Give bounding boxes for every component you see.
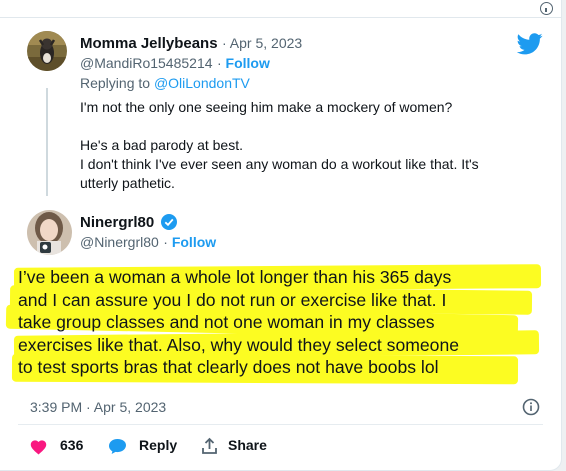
display-name[interactable]: Momma Jellybeans xyxy=(80,35,218,52)
like-count[interactable]: 636 xyxy=(60,437,83,453)
replying-to-handle[interactable]: @OliLondonTV xyxy=(154,75,250,91)
main-tweet-line-4: exercises like that. Also, why would the… xyxy=(18,334,460,355)
main-tweet-header: Ninergrl80 xyxy=(80,214,177,235)
main-tweet-subheader: @Ninergrl80 · Follow xyxy=(80,234,216,252)
avatar-momma-jellybeans[interactable] xyxy=(27,31,67,71)
share-icon[interactable] xyxy=(201,437,218,455)
reply-tweet-line-3: I don't think I've ever seen any woman d… xyxy=(80,156,479,172)
separator-dot: · xyxy=(216,55,226,71)
display-name[interactable]: Ninergrl80 xyxy=(80,214,154,231)
share-button[interactable]: Share xyxy=(228,437,267,453)
tweet-date[interactable]: Apr 5, 2023 xyxy=(230,35,302,51)
heart-icon[interactable] xyxy=(29,438,48,455)
main-tweet-line-5: to test sports bras that clearly does no… xyxy=(18,357,439,377)
main-tweet-line-2: and I can assure you I do not run or exe… xyxy=(18,289,447,310)
info-icon[interactable] xyxy=(540,2,553,15)
reply-tweet-line-2: He's a bad parody at best. xyxy=(80,137,243,153)
reply-button[interactable]: Reply xyxy=(139,437,177,453)
avatar-ninergrl80[interactable] xyxy=(27,210,72,255)
reply-bubble-icon[interactable] xyxy=(108,438,127,455)
handle[interactable]: @Ninergrl80 xyxy=(80,234,159,250)
info-icon[interactable] xyxy=(522,398,540,416)
reply-tweet-subheader: @MandiRo15485214 · Follow xyxy=(80,55,270,73)
follow-button[interactable]: Follow xyxy=(226,55,270,71)
previous-tweet-fragment xyxy=(0,0,561,18)
separator-dot: · xyxy=(222,35,230,51)
verified-badge-icon xyxy=(160,214,177,235)
tweet-timestamp[interactable]: 3:39 PM · Apr 5, 2023 xyxy=(30,399,166,415)
replying-to-prefix: Replying to xyxy=(80,75,151,91)
main-tweet-text: I’ve been a woman a whole lot longer tha… xyxy=(18,266,538,379)
handle[interactable]: @MandiRo15485214 xyxy=(80,55,213,71)
thread-connector-line xyxy=(46,88,48,196)
twitter-bird-icon[interactable] xyxy=(516,33,543,55)
replying-to: Replying to @OliLondonTV xyxy=(80,75,250,91)
reply-tweet-line-1: I'm not the only one seeing him make a m… xyxy=(80,99,453,115)
reply-tweet-header: Momma Jellybeans · Apr 5, 2023 xyxy=(80,35,302,53)
tweet-embed-card: Momma Jellybeans · Apr 5, 2023 @MandiRo1… xyxy=(0,0,562,471)
main-tweet-line-3: take group classes and not one woman in … xyxy=(18,312,435,332)
divider xyxy=(18,424,543,425)
follow-button[interactable]: Follow xyxy=(172,234,216,250)
main-tweet-line-1: I’ve been a woman a whole lot longer tha… xyxy=(18,267,452,287)
separator-dot: · xyxy=(163,234,172,250)
reply-tweet-line-4: utterly pathetic. xyxy=(80,175,175,191)
